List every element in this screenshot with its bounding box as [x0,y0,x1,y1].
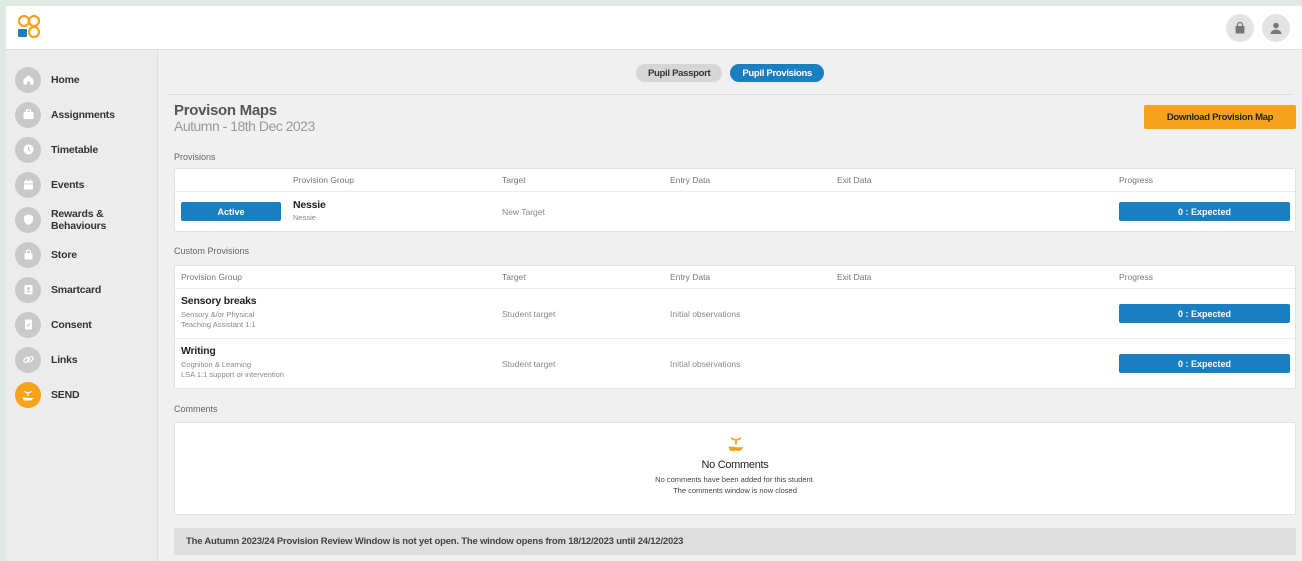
page-subtitle: Autumn - 18th Dec 2023 [174,118,315,134]
link-icon [15,346,41,373]
target-cell: New Target [502,207,545,217]
row-title: Sensory breaks [181,295,257,307]
entry-data-cell: Initial observations [670,359,741,369]
home-icon [15,66,41,93]
target-cell: Student target [502,309,556,319]
divider [175,191,1295,192]
no-comments-title: No Comments [701,459,769,471]
row-title: Writing [181,345,216,357]
active-status-button[interactable]: Active [181,202,281,221]
divider [175,288,1295,289]
app-logo [17,15,41,39]
entry-data-cell: Initial observations [670,309,741,319]
column-header: Provision Group [293,175,354,185]
page-title: Provison Maps [174,102,277,119]
progress-button[interactable]: 0 : Expected [1119,202,1290,221]
comments-panel: No Comments No comments have been added … [174,422,1296,515]
column-header: Entry Data [670,272,711,282]
row-subtitle: Teaching Assistant 1:1 [181,320,256,329]
sidebar-item-links[interactable]: Links [6,342,157,377]
clock-icon [15,136,41,163]
target-cell: Student target [502,359,556,369]
download-provision-map-button[interactable]: Download Provision Map [1144,105,1296,129]
app-window: Home Assignments Timetable Events Reward [6,6,1302,561]
briefcase-icon [15,101,41,128]
bag-icon [1235,21,1245,34]
tab-pupil-passport[interactable]: Pupil Passport [636,64,723,82]
section-label-provisions: Provisions [174,152,216,162]
sidebar-item-label: SEND [51,388,80,401]
column-header: Target [502,175,526,185]
custom-provisions-table: Provision Group Target Entry Data Exit D… [174,265,1296,389]
provisions-table: Provision Group Target Entry Data Exit D… [174,168,1296,232]
sidebar-item-home[interactable]: Home [6,62,157,97]
sidebar: Home Assignments Timetable Events Reward [6,50,158,561]
bag-icon [15,241,41,268]
tab-bar: Pupil Passport Pupil Provisions [158,64,1302,82]
column-header: Target [502,272,526,282]
id-card-icon [15,276,41,303]
tab-pupil-provisions[interactable]: Pupil Provisions [730,64,824,82]
row-subtitle: Cognition & Learning [181,360,252,369]
divider [168,94,1292,95]
column-header: Exit Data [837,175,872,185]
main-content: Pupil Passport Pupil Provisions Provison… [158,50,1302,561]
divider [175,338,1295,339]
hand-plant-icon [728,437,744,451]
review-window-notice: The Autumn 2023/24 Provision Review Wind… [174,528,1296,555]
sidebar-item-label: Events [51,178,85,191]
sidebar-item-consent[interactable]: Consent [6,307,157,342]
section-label-comments: Comments [174,404,218,414]
section-label-custom-provisions: Custom Provisions [174,246,250,256]
sidebar-item-timetable[interactable]: Timetable [6,132,157,167]
sidebar-item-label: Timetable [51,143,99,156]
column-header: Progress [1119,272,1154,282]
sidebar-item-label: Store [51,248,77,261]
sidebar-item-rewards[interactable]: Rewards & Behaviours [6,202,157,237]
sidebar-item-label: Rewards & Behaviours [51,207,107,232]
sidebar-item-label: Assignments [51,108,115,121]
comments-closed-message: The comments window is now closed [673,486,797,495]
sidebar-item-label: Links [51,353,78,366]
row-subtitle: Nessie [293,213,316,222]
sidebar-item-label: Consent [51,318,92,331]
document-check-icon [15,311,41,338]
sidebar-item-smartcard[interactable]: Smartcard [6,272,157,307]
progress-button[interactable]: 0 : Expected [1119,354,1290,373]
sidebar-item-assignments[interactable]: Assignments [6,97,157,132]
sidebar-item-send[interactable]: SEND [6,377,157,412]
sidebar-item-label: Home [51,73,80,86]
column-header: Exit Data [837,272,872,282]
hand-plant-icon [15,381,41,408]
column-header: Progress [1119,175,1154,185]
user-icon [1270,22,1282,34]
bag-button[interactable] [1226,14,1254,42]
row-subtitle: Sensory &/or Physical [181,310,255,319]
sidebar-item-store[interactable]: Store [6,237,157,272]
row-title: Nessie [293,199,326,211]
column-header: Provision Group [181,272,242,282]
shield-icon [15,206,41,233]
calendar-icon [15,171,41,198]
column-header: Entry Data [670,175,711,185]
progress-button[interactable]: 0 : Expected [1119,304,1290,323]
no-comments-message: No comments have been added for this stu… [655,475,815,484]
sidebar-item-label: Smartcard [51,283,102,296]
row-subtitle: LSA 1:1 support or intervention [181,370,284,379]
top-bar [6,6,1302,50]
user-button[interactable] [1262,14,1290,42]
sidebar-item-events[interactable]: Events [6,167,157,202]
